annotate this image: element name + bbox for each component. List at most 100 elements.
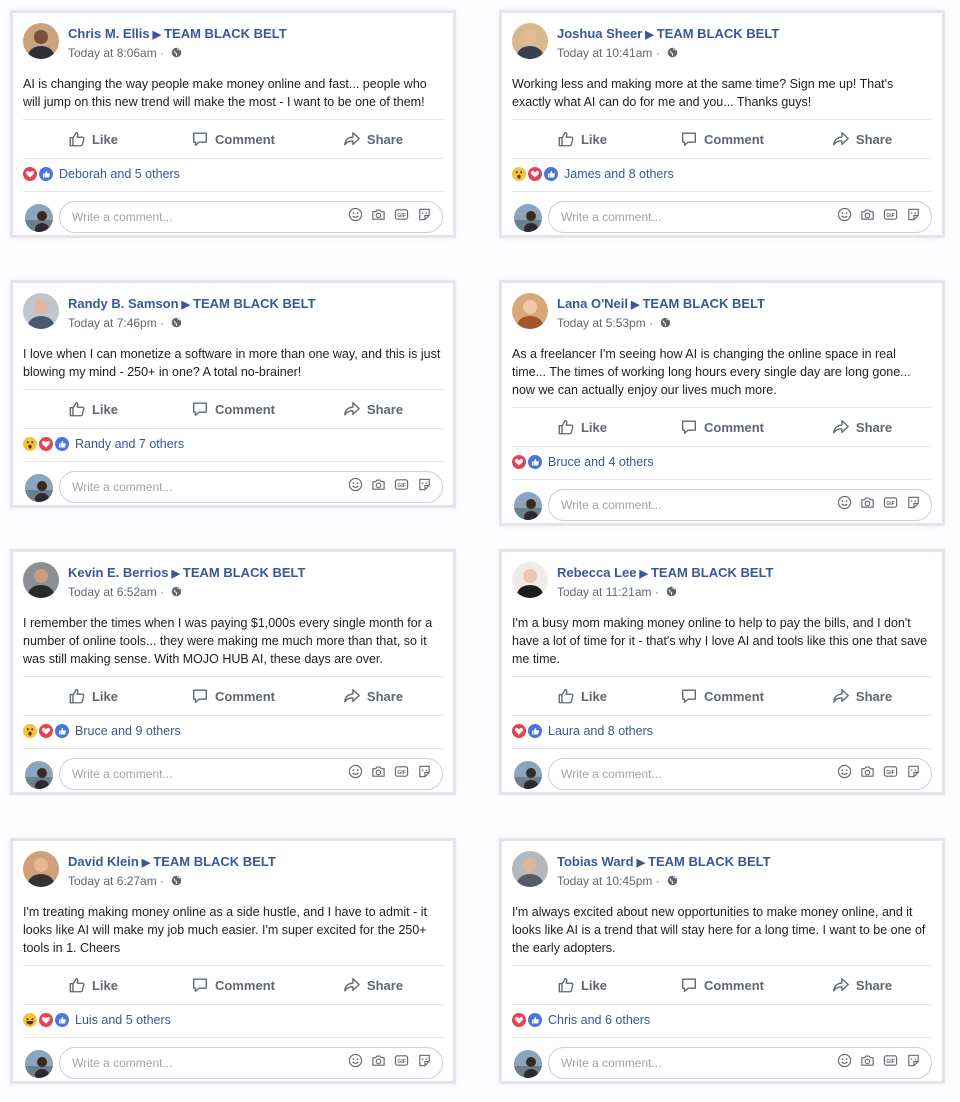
- camera-icon[interactable]: [371, 477, 386, 497]
- group-name[interactable]: TEAM BLACK BELT: [651, 565, 774, 580]
- reaction-count[interactable]: Chris and 6 others: [548, 1013, 650, 1027]
- sticker-icon[interactable]: [906, 1053, 921, 1073]
- comment-input[interactable]: [559, 1055, 837, 1071]
- sticker-icon[interactable]: [417, 1053, 432, 1073]
- avatar[interactable]: [512, 562, 548, 598]
- reaction-count[interactable]: Luis and 5 others: [75, 1013, 171, 1027]
- avatar[interactable]: [512, 851, 548, 887]
- comment-button[interactable]: Comment: [163, 400, 303, 418]
- camera-icon[interactable]: [860, 207, 875, 227]
- author-name[interactable]: Randy B. Samson: [68, 296, 179, 311]
- group-name[interactable]: TEAM BLACK BELT: [648, 854, 771, 869]
- sticker-icon[interactable]: [417, 477, 432, 497]
- comment-button[interactable]: Comment: [652, 418, 792, 436]
- camera-icon[interactable]: [860, 495, 875, 515]
- like-button[interactable]: Like: [512, 976, 652, 994]
- comment-button[interactable]: Comment: [163, 130, 303, 148]
- post-timestamp[interactable]: Today at 8:06am: [68, 46, 157, 60]
- camera-icon[interactable]: [860, 1053, 875, 1073]
- share-button[interactable]: Share: [792, 418, 932, 436]
- sticker-icon[interactable]: [906, 207, 921, 227]
- reaction-summary[interactable]: Bruce and 4 others: [512, 445, 932, 480]
- author-name[interactable]: Rebecca Lee: [557, 565, 637, 580]
- post-timestamp[interactable]: Today at 7:46pm: [68, 316, 157, 330]
- author-name[interactable]: Tobias Ward: [557, 854, 634, 869]
- share-button[interactable]: Share: [792, 976, 932, 994]
- comment-button[interactable]: Comment: [163, 976, 303, 994]
- like-button[interactable]: Like: [512, 687, 652, 705]
- share-button[interactable]: Share: [303, 976, 443, 994]
- share-button[interactable]: Share: [303, 400, 443, 418]
- group-name[interactable]: TEAM BLACK BELT: [183, 565, 306, 580]
- reaction-count[interactable]: Laura and 8 others: [548, 724, 653, 738]
- gif-icon[interactable]: GIF: [883, 207, 898, 227]
- like-button[interactable]: Like: [23, 976, 163, 994]
- share-button[interactable]: Share: [303, 687, 443, 705]
- share-button[interactable]: Share: [303, 130, 443, 148]
- author-name[interactable]: Joshua Sheer: [557, 26, 642, 41]
- emoji-icon[interactable]: [837, 764, 852, 784]
- gif-icon[interactable]: GIF: [883, 764, 898, 784]
- comment-input[interactable]: [559, 497, 837, 513]
- group-name[interactable]: TEAM BLACK BELT: [193, 296, 316, 311]
- gif-icon[interactable]: GIF: [394, 1053, 409, 1073]
- avatar[interactable]: [512, 293, 548, 329]
- reaction-count[interactable]: Randy and 7 others: [75, 437, 184, 451]
- sticker-icon[interactable]: [417, 764, 432, 784]
- emoji-icon[interactable]: [837, 207, 852, 227]
- like-button[interactable]: Like: [23, 130, 163, 148]
- like-button[interactable]: Like: [512, 130, 652, 148]
- reaction-summary[interactable]: Deborah and 5 others: [23, 157, 443, 192]
- camera-icon[interactable]: [371, 207, 386, 227]
- comment-button[interactable]: Comment: [652, 687, 792, 705]
- gif-icon[interactable]: GIF: [394, 477, 409, 497]
- group-name[interactable]: TEAM BLACK BELT: [164, 26, 287, 41]
- like-button[interactable]: Like: [23, 400, 163, 418]
- gif-icon[interactable]: GIF: [883, 495, 898, 515]
- avatar[interactable]: [23, 23, 59, 59]
- comment-input[interactable]: [70, 1055, 348, 1071]
- comment-input[interactable]: [559, 209, 837, 225]
- comment-input[interactable]: [70, 766, 348, 782]
- sticker-icon[interactable]: [417, 207, 432, 227]
- group-name[interactable]: TEAM BLACK BELT: [153, 854, 276, 869]
- comment-button[interactable]: Comment: [652, 130, 792, 148]
- emoji-icon[interactable]: [348, 207, 363, 227]
- reaction-count[interactable]: Bruce and 9 others: [75, 724, 181, 738]
- reaction-summary[interactable]: Bruce and 9 others: [23, 714, 443, 749]
- emoji-icon[interactable]: [837, 495, 852, 515]
- gif-icon[interactable]: GIF: [394, 207, 409, 227]
- avatar[interactable]: [23, 562, 59, 598]
- camera-icon[interactable]: [860, 764, 875, 784]
- camera-icon[interactable]: [371, 764, 386, 784]
- comment-input[interactable]: [70, 479, 348, 495]
- post-timestamp[interactable]: Today at 6:27am: [68, 874, 157, 888]
- reaction-summary[interactable]: James and 8 others: [512, 157, 932, 192]
- camera-icon[interactable]: [371, 1053, 386, 1073]
- emoji-icon[interactable]: [837, 1053, 852, 1073]
- comment-button[interactable]: Comment: [652, 976, 792, 994]
- author-name[interactable]: Chris M. Ellis: [68, 26, 150, 41]
- like-button[interactable]: Like: [23, 687, 163, 705]
- post-timestamp[interactable]: Today at 10:41am: [557, 46, 652, 60]
- sticker-icon[interactable]: [906, 764, 921, 784]
- emoji-icon[interactable]: [348, 1053, 363, 1073]
- group-name[interactable]: TEAM BLACK BELT: [642, 296, 765, 311]
- like-button[interactable]: Like: [512, 418, 652, 436]
- post-timestamp[interactable]: Today at 11:21am: [557, 585, 652, 599]
- reaction-count[interactable]: Bruce and 4 others: [548, 455, 654, 469]
- author-name[interactable]: Kevin E. Berrios: [68, 565, 168, 580]
- gif-icon[interactable]: GIF: [394, 764, 409, 784]
- comment-button[interactable]: Comment: [163, 687, 303, 705]
- author-name[interactable]: Lana O'Neil: [557, 296, 628, 311]
- share-button[interactable]: Share: [792, 687, 932, 705]
- gif-icon[interactable]: GIF: [883, 1053, 898, 1073]
- author-name[interactable]: David Klein: [68, 854, 139, 869]
- avatar[interactable]: [512, 23, 548, 59]
- avatar[interactable]: [23, 293, 59, 329]
- reaction-count[interactable]: James and 8 others: [564, 167, 674, 181]
- reaction-summary[interactable]: Chris and 6 others: [512, 1003, 932, 1038]
- reaction-summary[interactable]: Laura and 8 others: [512, 714, 932, 749]
- avatar[interactable]: [23, 851, 59, 887]
- emoji-icon[interactable]: [348, 764, 363, 784]
